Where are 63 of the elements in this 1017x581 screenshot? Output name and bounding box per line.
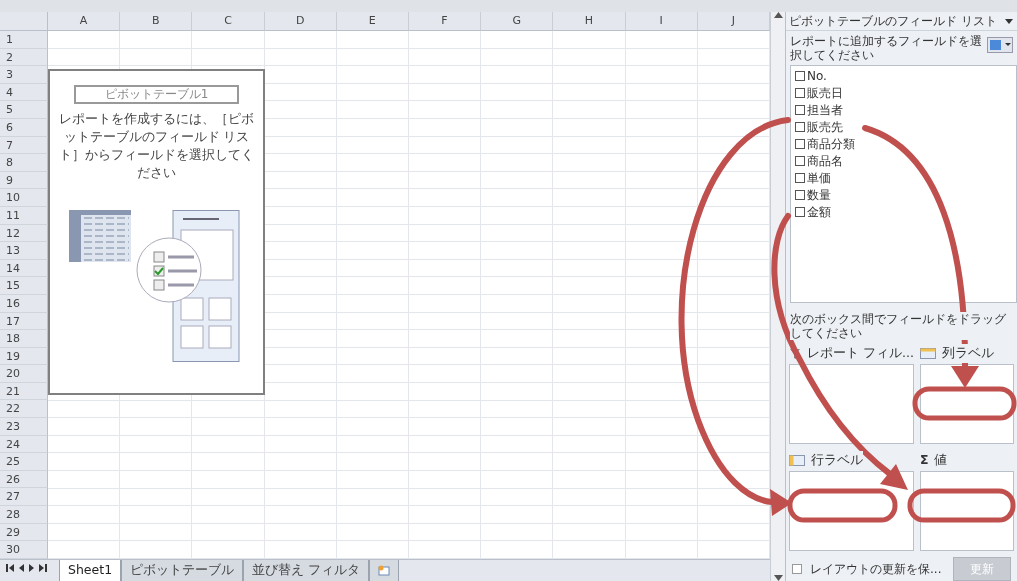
panel-title: ピボットテーブルのフィールド リスト <box>789 13 997 30</box>
column-header[interactable]: I <box>625 12 698 31</box>
field-label[interactable]: 単価 <box>807 171 831 185</box>
row-header[interactable]: 3 <box>0 66 48 84</box>
row-header[interactable]: 27 <box>0 488 48 507</box>
instruction-text: レポートを作成するには、［ピボットテーブルのフィールド リスト］からフィールドを選択してください <box>58 110 255 182</box>
field-label[interactable]: 販売日 <box>807 86 843 100</box>
checkbox[interactable] <box>795 173 805 183</box>
row-header[interactable]: 1 <box>0 31 48 49</box>
row-header[interactable]: 10 <box>0 189 48 207</box>
checkbox[interactable] <box>795 88 805 98</box>
column-header[interactable]: B <box>120 12 193 31</box>
row-header[interactable]: 13 <box>0 242 48 260</box>
checkbox[interactable] <box>795 71 805 81</box>
column-header[interactable]: H <box>553 12 626 31</box>
sigma-symbol: Σ <box>919 451 929 470</box>
sheet-nav-icon[interactable] <box>39 564 47 572</box>
sheet-tab[interactable]: Sheet1 <box>59 560 122 581</box>
row-header[interactable]: 18 <box>0 330 48 348</box>
row-header[interactable]: 28 <box>0 506 48 524</box>
pivot-table-name: ピボットテーブル1 <box>74 85 239 104</box>
drop-area[interactable] <box>789 364 914 444</box>
row-header[interactable]: 30 <box>0 541 48 559</box>
checkbox[interactable] <box>792 564 802 574</box>
row-header[interactable]: 23 <box>0 418 48 436</box>
checkbox[interactable] <box>795 122 805 132</box>
defer-update-label[interactable]: レイアウトの更新を保... <box>810 560 942 578</box>
scroll-down-icon[interactable] <box>773 575 783 581</box>
field-label[interactable]: 販売先 <box>807 120 843 134</box>
column-header[interactable]: G <box>481 12 554 31</box>
row-header[interactable]: 15 <box>0 277 48 295</box>
scroll-up-icon[interactable] <box>773 12 783 18</box>
field-label[interactable]: 担当者 <box>807 103 843 117</box>
rows-icon <box>789 455 805 466</box>
sheet-tab[interactable]: ピボットテーブル <box>121 560 244 581</box>
field-label[interactable]: 金額 <box>807 205 831 219</box>
row-header[interactable]: 25 <box>0 453 48 471</box>
field-label[interactable]: 数量 <box>807 188 831 202</box>
row-header[interactable]: 20 <box>0 365 48 383</box>
column-header[interactable]: F <box>408 12 482 31</box>
checkbox[interactable] <box>795 190 805 200</box>
columns-icon <box>919 348 936 359</box>
field-label[interactable]: 商品名 <box>807 154 843 168</box>
layout-options-button[interactable] <box>987 37 1013 53</box>
column-header[interactable]: J <box>697 12 770 31</box>
column-header[interactable]: E <box>336 12 409 31</box>
sheet-tab[interactable]: 並び替え フィルタ <box>243 560 370 581</box>
row-header[interactable]: 5 <box>0 101 48 119</box>
row-header[interactable]: 22 <box>0 400 48 419</box>
row-header[interactable]: 8 <box>0 154 48 172</box>
area-label: 列ラベル <box>941 344 994 363</box>
field-label[interactable]: No. <box>807 69 827 83</box>
checkbox[interactable] <box>795 156 805 166</box>
checkbox[interactable] <box>795 139 805 149</box>
checkbox[interactable] <box>795 207 805 217</box>
sheet-nav-icon[interactable] <box>6 564 14 572</box>
column-header[interactable]: A <box>48 12 121 31</box>
field-prompt: レポートに追加するフィールドを選択してください <box>789 33 983 64</box>
column-header[interactable]: D <box>264 12 337 31</box>
column-header[interactable]: C <box>192 12 265 31</box>
field-label[interactable]: 商品分類 <box>807 137 855 151</box>
dropdown-icon[interactable] <box>1005 19 1013 24</box>
checkbox[interactable] <box>795 105 805 115</box>
